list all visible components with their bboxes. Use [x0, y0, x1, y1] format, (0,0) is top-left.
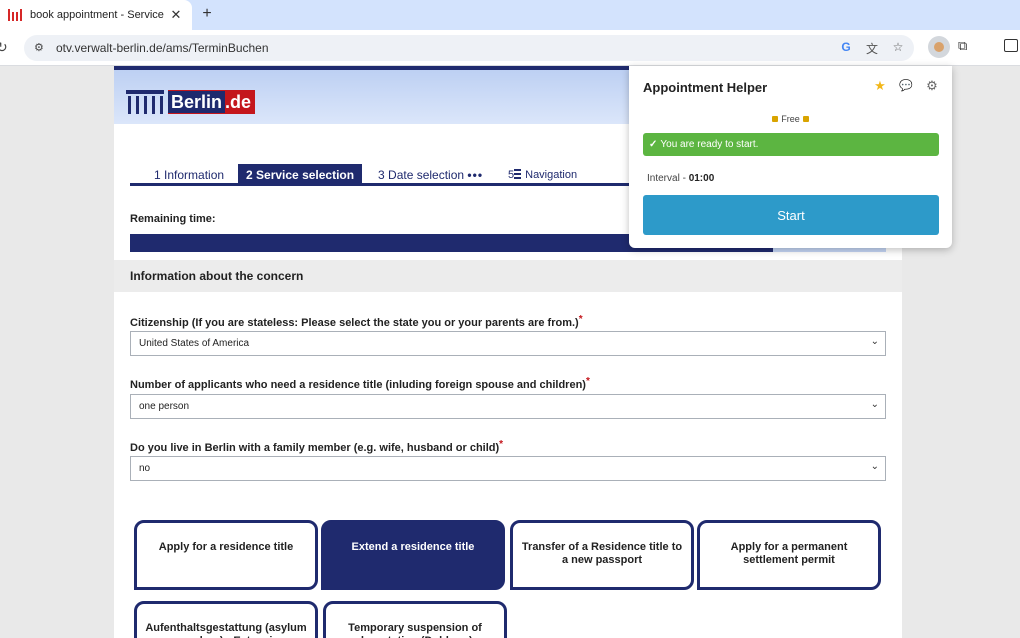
ready-status-text: You are ready to start. — [660, 139, 759, 150]
lock-icon — [802, 116, 809, 122]
browser-toolbar: ↻ ⚙ otv.verwalt-berlin.de/ams/TerminBuch… — [0, 30, 1020, 66]
citizenship-label: Citizenship (If you are stateless: Pleas… — [130, 314, 583, 329]
appointment-helper-popup: Appointment Helper ★ 💬 ⚙ Free ✓ You are r… — [629, 66, 952, 248]
step-service-selection[interactable]: 2 Service selection — [238, 164, 363, 186]
logo-text: Berlin — [168, 91, 226, 113]
plan-label: Free — [629, 114, 952, 124]
applicants-select[interactable]: one person ⌄ — [130, 394, 886, 419]
option-apply-residence-title[interactable]: Apply for a residence title — [134, 520, 318, 590]
option-extend-residence-title[interactable]: Extend a residence title — [321, 520, 505, 590]
brandenburg-gate-icon — [126, 90, 164, 114]
google-lens-icon[interactable]: G — [838, 40, 854, 54]
bookmark-star-icon[interactable]: ☆ — [890, 40, 906, 54]
section-title: Information about the concern — [130, 269, 304, 283]
step-navigation-item[interactable]: 5 Navigation — [508, 166, 577, 186]
more-steps-dots: ••• — [467, 168, 484, 182]
extensions-puzzle-icon[interactable]: ⧉ — [958, 38, 967, 54]
step-date-selection[interactable]: 3 Date selection ••• — [378, 166, 483, 186]
ready-status-banner: ✓ You are ready to start. — [643, 133, 939, 156]
applicants-label: Number of applicants who need a residenc… — [130, 376, 590, 391]
browser-tab-active[interactable]: book appointment - Service ✕ — [0, 0, 192, 30]
option-asylum-extension[interactable]: Aufenthaltsgestattung (asylum procedure)… — [134, 601, 318, 638]
url-text[interactable]: otv.verwalt-berlin.de/ams/TerminBuchen — [56, 41, 269, 55]
interval-value: 01:00 — [688, 173, 715, 184]
lock-icon — [772, 116, 779, 122]
step-information[interactable]: 1 Information — [154, 166, 224, 186]
citizenship-select[interactable]: United States of America ⌄ — [130, 331, 886, 356]
side-panel-icon[interactable] — [1004, 39, 1018, 52]
option-permanent-settlement[interactable]: Apply for a permanent settlement permit — [697, 520, 881, 590]
popup-title: Appointment Helper — [643, 80, 768, 95]
start-button[interactable]: Start — [643, 195, 939, 235]
applicants-value: one person — [139, 401, 190, 412]
option-duldung[interactable]: Temporary suspension of deportation (Dul… — [323, 601, 507, 638]
interval-display: Interval - 01:00 — [647, 173, 715, 184]
new-tab-button[interactable]: + — [198, 5, 216, 23]
chevron-down-icon: ⌄ — [870, 399, 879, 410]
family-member-label: Do you live in Berlin with a family memb… — [130, 439, 504, 454]
logo-suffix: .de — [225, 92, 252, 112]
chevron-down-icon: ⌄ — [870, 461, 879, 472]
family-member-value: no — [139, 463, 151, 474]
reload-icon[interactable]: ↻ — [0, 39, 8, 56]
appointment-helper-extension-icon[interactable] — [928, 36, 950, 58]
browser-tab-bar: book appointment - Service ✕ + — [0, 0, 1020, 30]
section-header: Information about the concern — [114, 260, 902, 292]
remaining-time-label: Remaining time: — [130, 213, 216, 225]
citizenship-value: United States of America — [139, 338, 250, 349]
berlin-logo[interactable]: Berlin .de — [126, 86, 256, 114]
address-bar[interactable]: ⚙ otv.verwalt-berlin.de/ams/TerminBuchen… — [24, 35, 914, 61]
translate-icon[interactable]: 文 — [864, 40, 880, 57]
tab-title: book appointment - Service — [30, 9, 164, 21]
family-member-select[interactable]: no ⌄ — [130, 456, 886, 481]
star-icon[interactable]: ★ — [872, 78, 888, 94]
gear-icon[interactable]: ⚙ — [924, 78, 940, 94]
close-tab-icon[interactable]: ✕ — [168, 7, 184, 23]
chat-icon[interactable]: 💬 — [898, 78, 914, 94]
option-transfer-residence-title[interactable]: Transfer of a Residence title to a new p… — [510, 520, 694, 590]
menu-icon — [514, 169, 522, 179]
chevron-down-icon: ⌄ — [870, 336, 879, 347]
site-info-icon[interactable]: ⚙ — [34, 41, 44, 54]
berlin-favicon-icon — [8, 9, 22, 21]
check-icon: ✓ — [649, 139, 658, 150]
